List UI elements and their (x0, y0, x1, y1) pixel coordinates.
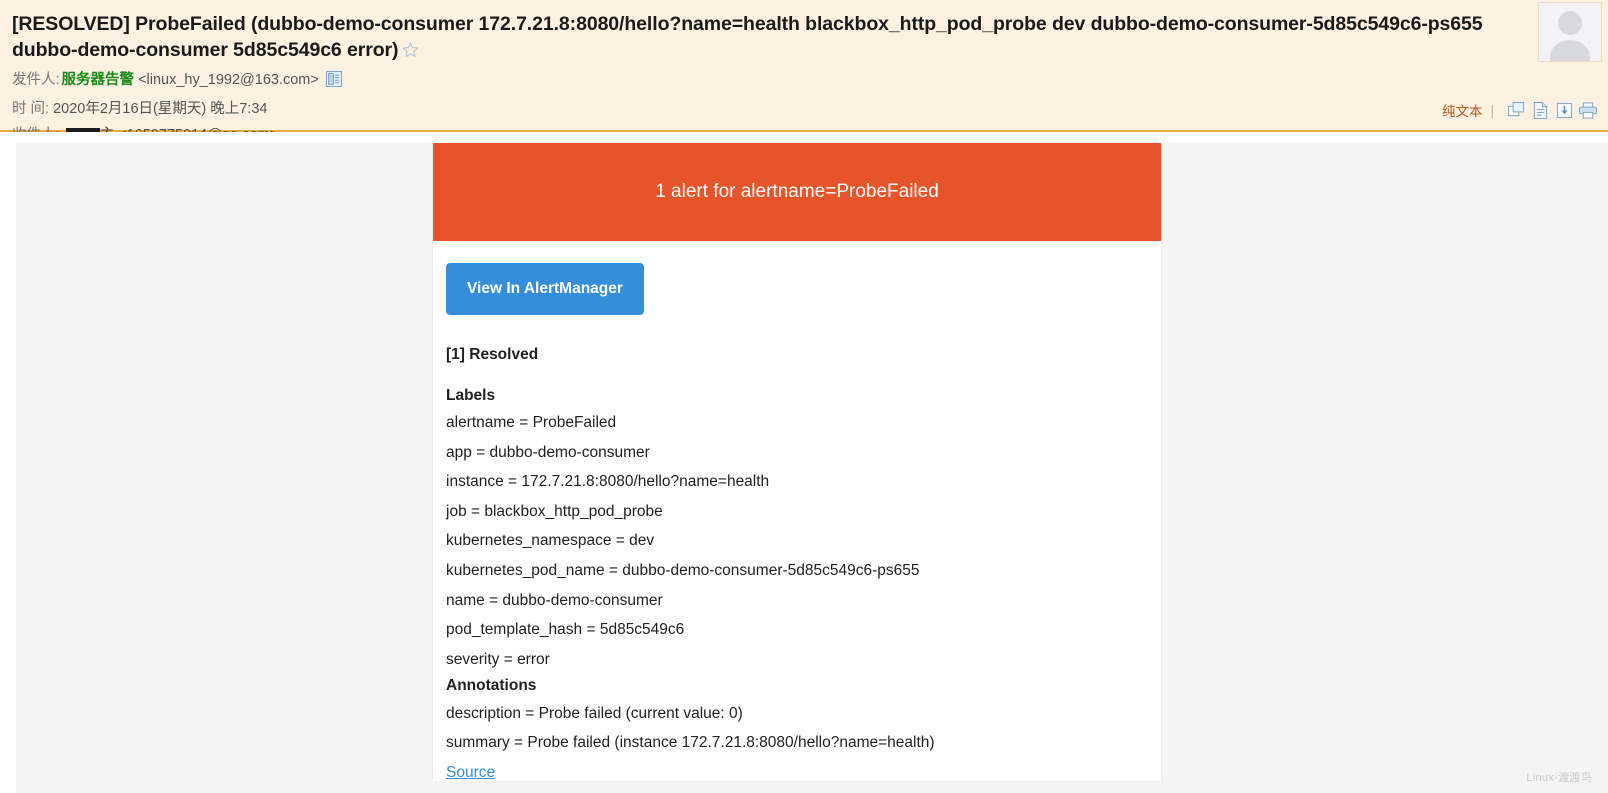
label-row: name = dubbo-demo-consumer (446, 591, 663, 609)
labels-heading: Labels (446, 386, 496, 404)
annotation-row: description = Probe failed (current valu… (446, 704, 743, 722)
label-row: instance = 172.7.21.8:8080/hello?name=he… (446, 473, 770, 491)
download-icon[interactable] (1554, 100, 1574, 120)
label-row: alertname = ProbeFailed (446, 414, 617, 431)
label-row: kubernetes_pod_name = dubbo-demo-consume… (446, 561, 920, 579)
mail-subject-text: [RESOLVED] ProbeFailed (dubbo-demo-consu… (12, 13, 1483, 61)
alert-card: 1 alert for alertname=ProbeFailed View I… (432, 143, 1162, 781)
sender-name[interactable]: 服务器告警 (62, 72, 135, 88)
annotations-heading: Annotations (446, 677, 537, 695)
label-row: severity = error (446, 650, 550, 668)
mail-date-row: 时 间: 2020年2月16日(星期天) 晚上7:34 (12, 97, 1608, 123)
from-label: 发件人: (12, 72, 60, 89)
document-view-icon[interactable] (1530, 100, 1550, 120)
watermark: Linux-渡渡鸟 (1526, 772, 1592, 784)
print-icon[interactable] (1578, 100, 1598, 120)
plaintext-toggle-link[interactable]: 纯文本 (1442, 100, 1483, 120)
mail-subject: [RESOLVED] ProbeFailed (dubbo-demo-consu… (0, 8, 1608, 63)
annotation-row: summary = Probe failed (instance 172.7.2… (446, 734, 935, 752)
alert-banner: 1 alert for alertname=ProbeFailed (433, 143, 1161, 241)
contact-card-icon[interactable] (325, 71, 342, 97)
toolbar-separator: | (1490, 102, 1494, 118)
mail-from-row: 发件人: 服务器告警 <linux_hy_1992@163.com> (12, 68, 1608, 97)
open-in-new-window-icon[interactable] (1506, 100, 1526, 120)
source-link[interactable]: Source (446, 765, 495, 781)
label-row: job = blackbox_http_pod_probe (446, 502, 663, 520)
sender-address[interactable]: <linux_hy_1992@163.com> (138, 72, 319, 88)
star-outline-icon[interactable] (402, 41, 419, 63)
date-label: 时 间: (12, 101, 50, 118)
mail-body: 1 alert for alertname=ProbeFailed View I… (0, 132, 1608, 793)
view-in-alertmanager-button[interactable]: View In AlertManager (446, 263, 644, 315)
label-row: pod_template_hash = 5d85c549c6 (446, 621, 685, 639)
alert-status-heading: [1] Resolved (446, 346, 539, 363)
alert-content: View In AlertManager [1] Resolved Labels… (433, 241, 1161, 781)
mail-body-canvas: 1 alert for alertname=ProbeFailed View I… (16, 143, 1608, 793)
avatar (1538, 2, 1602, 62)
date-value: 2020年2月16日(星期天) 晚上7:34 (53, 101, 268, 118)
label-row: app = dubbo-demo-consumer (446, 443, 650, 461)
label-row: kubernetes_namespace = dev (446, 532, 655, 550)
header-toolbar: 纯文本 | (1442, 100, 1598, 120)
mail-header: [RESOLVED] ProbeFailed (dubbo-demo-consu… (0, 0, 1608, 143)
